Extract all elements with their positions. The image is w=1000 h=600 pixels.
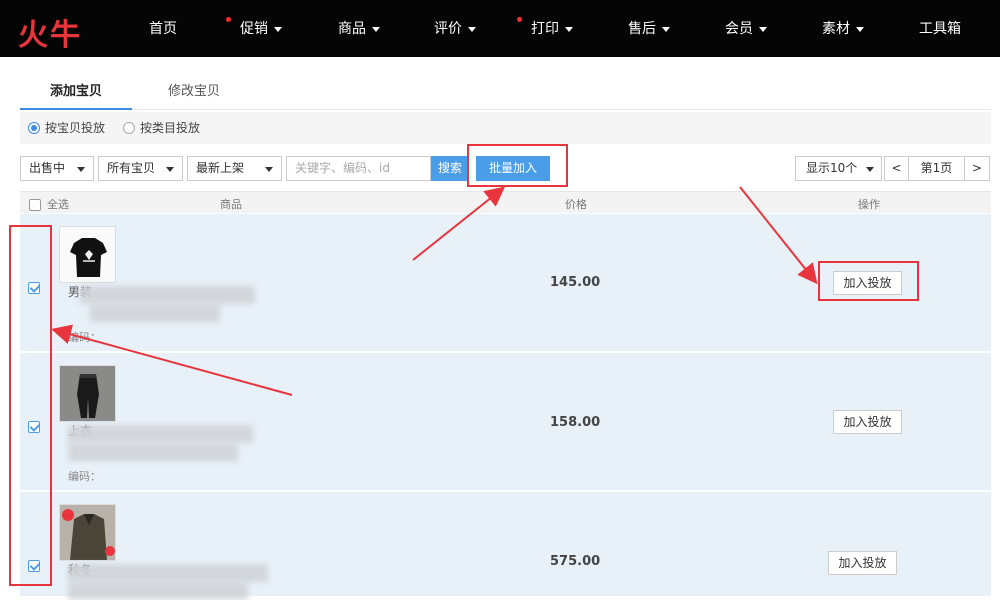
- annotation-arrows: [51, 186, 818, 396]
- arrow-to-add-button: [739, 186, 818, 285]
- arrow-to-batch-add: [412, 186, 506, 261]
- arrow-to-checkboxes: [51, 324, 293, 396]
